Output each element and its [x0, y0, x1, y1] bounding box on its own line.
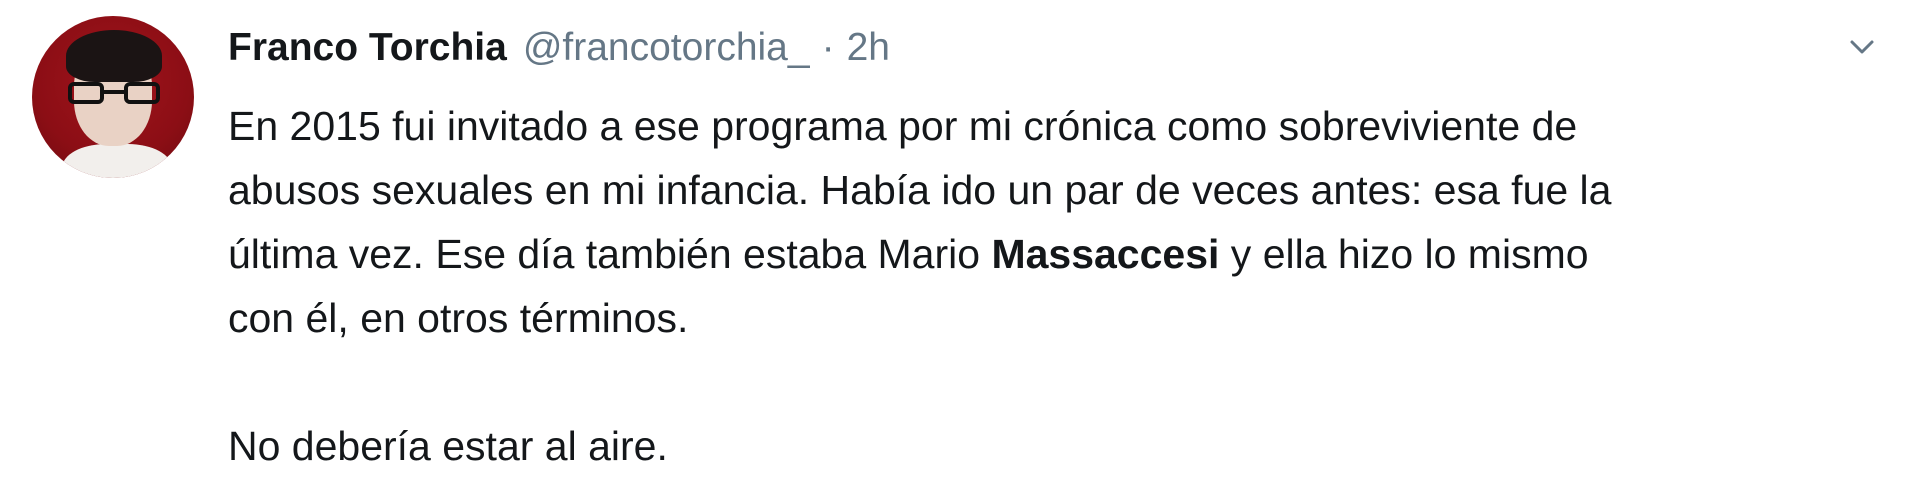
- text-segment: última vez. Ese día también estaba Mario: [228, 231, 992, 277]
- avatar-glasses: [68, 82, 160, 104]
- text-segment: y ella hizo lo mismo: [1219, 231, 1589, 277]
- tweet-text-line: No debería estar al aire.: [228, 423, 668, 469]
- tweet-header: Franco Torchia @francotorchia_ · 2h: [228, 26, 890, 82]
- tweet-text-line: En 2015 fui invitado a ese programa por …: [228, 103, 1578, 149]
- tweet-text: En 2015 fui invitado a ese programa por …: [228, 94, 1888, 478]
- separator-dot: ·: [821, 26, 835, 69]
- tweet-text-line: abusos sexuales en mi infancia. Había id…: [228, 167, 1612, 213]
- author-name[interactable]: Franco Torchia: [228, 26, 507, 70]
- tweet-text-line: última vez. Ese día también estaba Mario…: [228, 222, 1888, 286]
- chevron-down-icon[interactable]: [1842, 28, 1882, 68]
- author-handle[interactable]: @francotorchia_: [523, 26, 810, 70]
- tweet: Franco Torchia @francotorchia_ · 2h En 2…: [0, 0, 1920, 492]
- avatar-hair: [66, 30, 162, 82]
- highlighted-name: Massaccesi: [991, 231, 1220, 277]
- avatar[interactable]: [32, 16, 194, 178]
- tweet-text-line: con él, en otros términos.: [228, 295, 689, 341]
- avatar-shirt: [62, 144, 172, 178]
- tweet-timestamp[interactable]: 2h: [847, 26, 890, 70]
